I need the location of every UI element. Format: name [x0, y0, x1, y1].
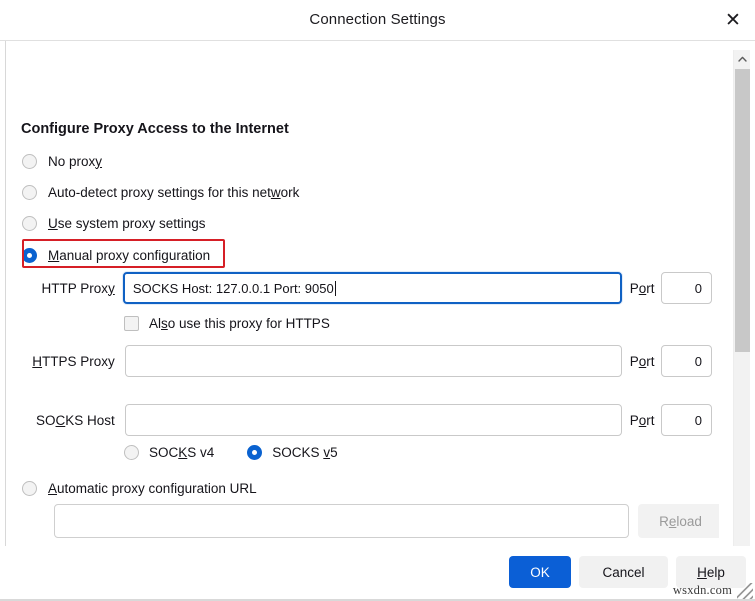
- text-caret: [334, 280, 336, 296]
- http-proxy-input[interactable]: SOCKS Host: 127.0.0.1 Port: 9050: [122, 272, 622, 304]
- dialog-title: Connection Settings: [309, 11, 446, 28]
- radio-label-socks-v4: SOCKS v4: [149, 445, 215, 460]
- radio-label-manual-proxy: Manual proxy configuration: [48, 247, 211, 263]
- http-proxy-row: HTTP Proxy SOCKS Host: 127.0.0.1 Port: 9…: [22, 271, 712, 305]
- radio-socks-v4[interactable]: SOCKS v4: [124, 445, 214, 460]
- radio-label-automatic-pac-url: Automatic proxy configuration URL: [48, 480, 257, 496]
- https-port-label: Port: [629, 353, 655, 369]
- radio-indicator-auto-detect: [22, 184, 37, 200]
- radio-label-use-system: Use system proxy settings: [48, 215, 206, 231]
- title-bar: Connection Settings ✕: [0, 0, 755, 41]
- https-proxy-input[interactable]: [124, 345, 622, 377]
- radio-indicator-use-system: [22, 215, 37, 231]
- dialog-footer: OK Cancel Help: [5, 546, 755, 601]
- resize-grip-icon[interactable]: [737, 583, 753, 599]
- radio-use-system[interactable]: Use system proxy settings: [22, 213, 206, 233]
- radio-indicator-socks-v5: [247, 445, 263, 460]
- ok-button[interactable]: OK: [509, 556, 571, 588]
- cancel-button[interactable]: Cancel: [579, 556, 668, 588]
- radio-indicator-manual-proxy: [22, 247, 37, 263]
- radio-no-proxy[interactable]: No proxy: [22, 151, 102, 171]
- watermark: wsxdn.com: [672, 583, 732, 597]
- https-port-input[interactable]: 0: [660, 345, 712, 377]
- radio-indicator-no-proxy: [22, 153, 37, 169]
- socks-version-group: SOCKS v4 SOCKS v5: [124, 445, 338, 460]
- checkbox-label-https: Also use this proxy for HTTPS: [149, 316, 330, 331]
- https-proxy-label: HTTPS Proxy: [32, 353, 115, 369]
- radio-indicator-automatic-pac-url: [22, 480, 37, 496]
- also-use-proxy-for-https-checkbox[interactable]: Also use this proxy for HTTPS: [124, 316, 330, 331]
- close-icon[interactable]: ✕: [717, 5, 749, 35]
- http-proxy-label: HTTP Proxy: [41, 280, 115, 296]
- section-headline: Configure Proxy Access to the Internet: [21, 121, 289, 137]
- chevron-up-icon[interactable]: [734, 50, 750, 68]
- radio-label-auto-detect: Auto-detect proxy settings for this netw…: [48, 184, 300, 200]
- http-port-label: Port: [629, 280, 655, 296]
- settings-scroll-pane: Configure Proxy Access to the Internet N…: [6, 41, 719, 601]
- pac-url-row: Re load: [54, 504, 719, 538]
- connection-settings-dialog: Connection Settings ✕ Configure Proxy Ac…: [0, 0, 755, 601]
- socks-host-input[interactable]: [124, 404, 622, 436]
- vertical-scrollbar[interactable]: [733, 50, 750, 601]
- radio-manual-proxy[interactable]: Manual proxy configuration: [22, 245, 210, 265]
- radio-automatic-pac-url[interactable]: Automatic proxy configuration URL: [22, 478, 257, 498]
- https-proxy-row: HTTPS Proxy Port 0: [22, 344, 712, 378]
- socks-port-label: Port: [629, 412, 655, 428]
- radio-socks-v5[interactable]: SOCKS v5: [247, 445, 338, 460]
- http-port-input[interactable]: 0: [660, 272, 712, 304]
- pac-url-input[interactable]: [54, 504, 629, 538]
- socks-host-label: SOCKS Host: [36, 412, 115, 428]
- socks-host-row: SOCKS Host Port 0: [22, 403, 712, 437]
- checkbox-indicator-https: [124, 316, 139, 331]
- radio-auto-detect[interactable]: Auto-detect proxy settings for this netw…: [22, 182, 299, 202]
- scrollbar-thumb[interactable]: [735, 69, 750, 352]
- radio-label-no-proxy: No proxy: [48, 153, 103, 169]
- reload-button[interactable]: Re load: [638, 504, 719, 538]
- radio-indicator-socks-v4: [124, 445, 139, 460]
- socks-port-input[interactable]: 0: [660, 404, 712, 436]
- radio-label-socks-v5: SOCKS v5: [272, 445, 338, 460]
- dialog-content: Configure Proxy Access to the Internet N…: [5, 41, 750, 601]
